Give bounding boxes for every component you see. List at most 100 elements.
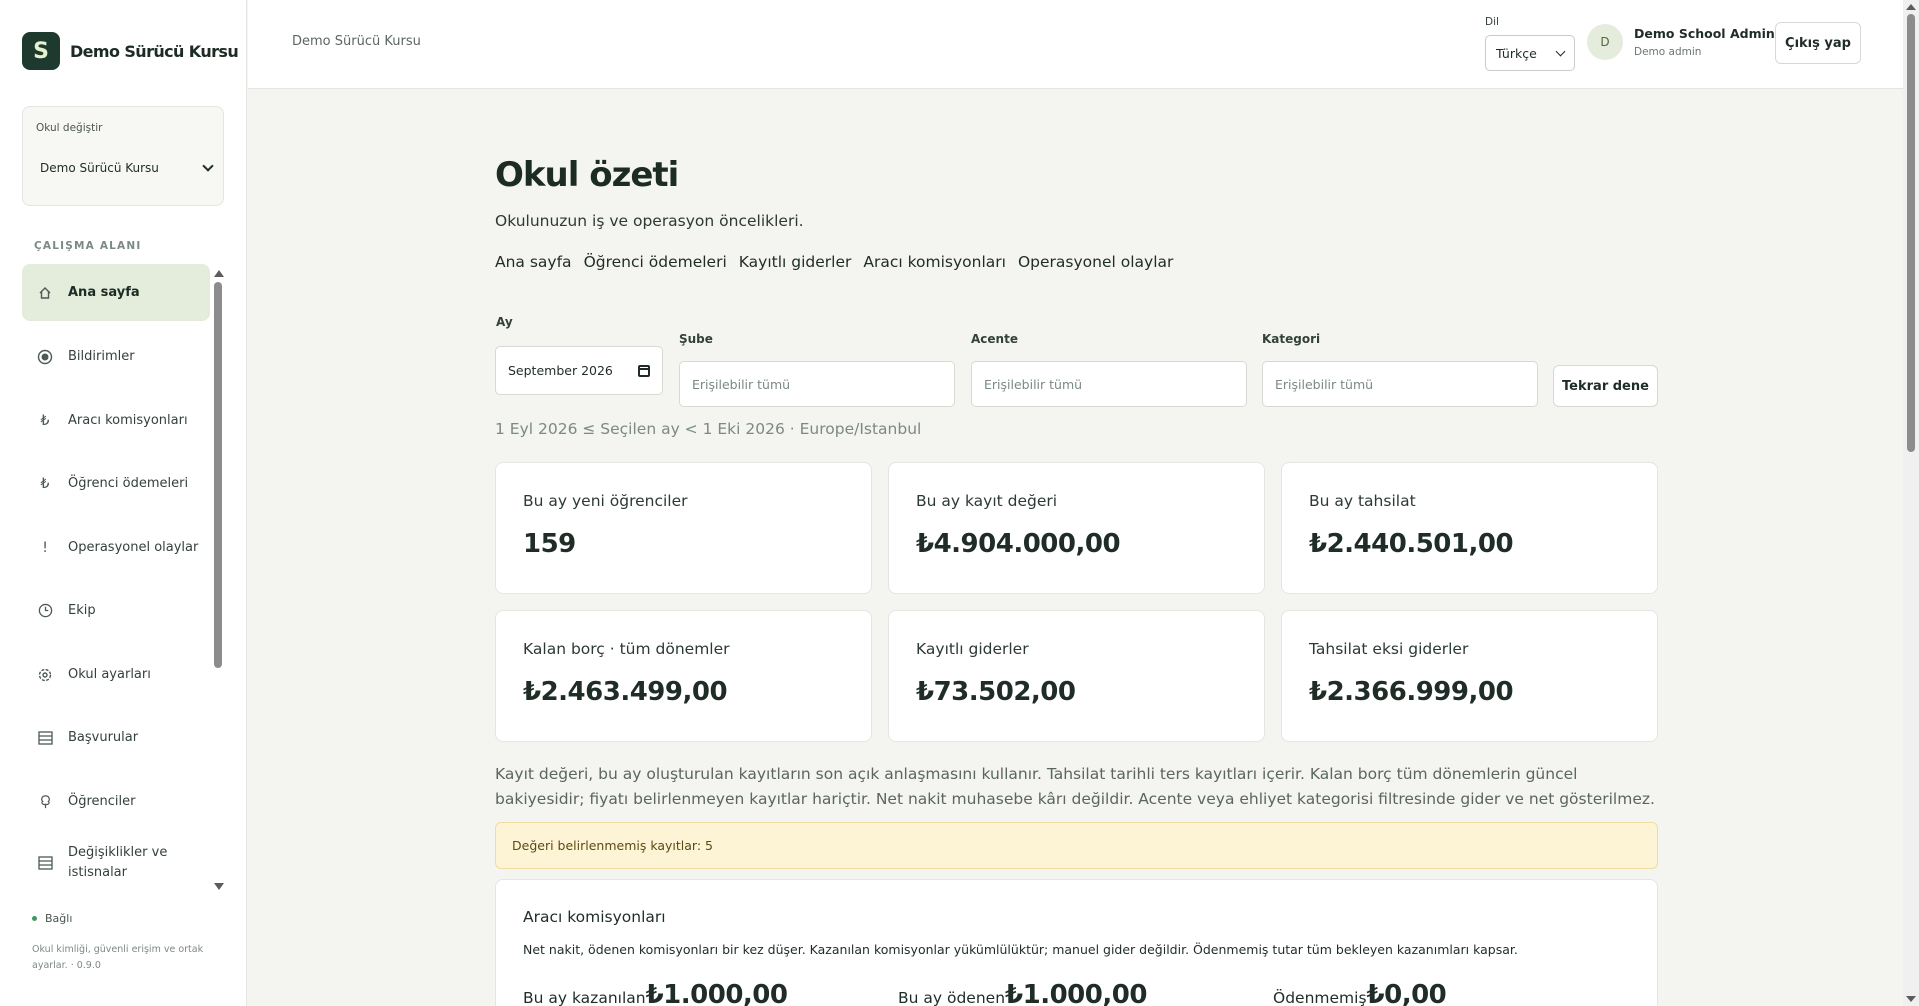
workspace-section-label: ÇALIŞMA ALANI <box>34 240 142 252</box>
sidebar-item-home[interactable]: Ana sayfa <box>22 264 210 321</box>
commission-metric: Ödenmemiş ₺0,00 <box>1273 980 1447 1006</box>
month-input-value: September 2026 <box>508 363 613 378</box>
scroll-down-arrow-icon[interactable] <box>214 883 224 890</box>
page-title: Okul özeti <box>495 155 679 195</box>
list-icon <box>36 729 54 747</box>
school-switcher-label: Okul değiştir <box>36 122 103 134</box>
commission-panel: Aracı komisyonları Net nakit, ödenen kom… <box>495 879 1658 1006</box>
category-input[interactable]: Erişilebilir tümü <box>1262 361 1538 407</box>
scroll-up-arrow-icon[interactable] <box>214 270 224 277</box>
commission-metric: Bu ay ödenen ₺1.000,00 <box>898 980 1147 1006</box>
sidebar-item-school-settings[interactable]: Okul ayarları <box>22 646 210 703</box>
sidebar-item-students[interactable]: Öğrenciler <box>22 773 210 830</box>
sidebar-item-label: Bildirimler <box>68 348 135 364</box>
status-dot-icon <box>32 916 37 921</box>
connection-status: Bağlı <box>32 912 72 925</box>
school-switcher: Okul değiştir Demo Sürücü Kursu <box>22 106 224 206</box>
page-scroll-thumb[interactable] <box>1907 14 1915 452</box>
sidebar-item-changes-exceptions[interactable]: Değişiklikler ve istisnalar <box>22 837 210 888</box>
language-select-value: Türkçe <box>1496 45 1537 61</box>
school-select[interactable]: Demo Sürücü Kursu <box>40 160 214 175</box>
sidebar-item-label: Başvurular <box>68 729 139 745</box>
scroll-up-arrow-icon[interactable] <box>1906 4 1916 10</box>
metric-card: Kalan borç · tüm dönemler ₺2.463.499,00 <box>495 610 872 742</box>
month-input[interactable]: September 2026 <box>495 346 663 395</box>
alert-icon: ! <box>42 539 48 556</box>
list-icon <box>36 854 54 872</box>
sidebar-item-label: Ekip <box>68 602 96 618</box>
brand-logo: S <box>22 32 60 70</box>
scroll-down-arrow-icon[interactable] <box>1906 996 1916 1002</box>
sidebar-item-label: Operasyonel olaylar <box>68 539 199 555</box>
sidebar-item-applications[interactable]: Başvurular <box>22 709 210 766</box>
avatar[interactable]: D <box>1587 24 1623 60</box>
sidebar-nav: Ana sayfa Bildirimler ₺ Aracı komisyonla… <box>22 264 210 888</box>
month-label: Ay <box>496 315 513 329</box>
sidebar-item-label: Okul ayarları <box>68 666 151 682</box>
commission-title: Aracı komisyonları <box>523 908 666 926</box>
metric-card: Bu ay tahsilat ₺2.440.501,00 <box>1281 462 1658 594</box>
commission-metric-value: ₺1.000,00 <box>1005 980 1147 1006</box>
sidebar-item-team[interactable]: Ekip <box>22 582 210 639</box>
sidebar-item-label: Öğrenciler <box>68 793 136 809</box>
metric-card-label: Kayıtlı giderler <box>916 640 1029 658</box>
sidebar-item-operational-events[interactable]: ! Operasyonel olaylar <box>22 519 210 576</box>
section-tabs: Ana sayfa Öğrenci ödemeleri Kayıtlı gide… <box>495 253 1185 271</box>
warning-banner: Değeri belirlenmemiş kayıtlar: 5 <box>495 822 1658 869</box>
brand[interactable]: S Demo Sürücü Kursu <box>22 32 239 70</box>
commission-metric-label: Bu ay kazanılan <box>523 989 646 1006</box>
tab-home[interactable]: Ana sayfa <box>495 253 572 271</box>
school-select-value: Demo Sürücü Kursu <box>40 161 159 175</box>
clock-icon <box>36 602 54 620</box>
commission-metric-value: ₺1.000,00 <box>645 980 788 1006</box>
sidebar-item-student-payments[interactable]: ₺ Öğrenci ödemeleri <box>22 455 210 512</box>
metric-card-value: ₺2.366.999,00 <box>1309 677 1514 707</box>
metric-card-value: ₺2.463.499,00 <box>523 677 728 707</box>
metric-card: Tahsilat eksi giderler ₺2.366.999,00 <box>1281 610 1658 742</box>
sidebar-footnote: Okul kimliği, güvenli erişim ve ortak ay… <box>32 944 204 971</box>
sidebar-item-broker-commissions[interactable]: ₺ Aracı komisyonları <box>22 392 210 449</box>
user-name: Demo School Admin <box>1634 26 1775 41</box>
language-select[interactable]: Türkçe <box>1485 35 1575 71</box>
topbar: Demo Sürücü Kursu Dil Türkçe D Demo Scho… <box>248 0 1903 89</box>
metric-card-label: Bu ay tahsilat <box>1309 492 1416 510</box>
language-label: Dil <box>1485 16 1499 28</box>
sidebar-item-label: Ana sayfa <box>68 284 140 300</box>
sidebar-scroll-thumb[interactable] <box>214 282 222 668</box>
tab-recorded-expenses[interactable]: Kayıtlı giderler <box>739 253 852 271</box>
commission-description: Net nakit, ödenen komisyonları bir kez d… <box>523 942 1518 957</box>
tab-student-payments[interactable]: Öğrenci ödemeleri <box>584 253 727 271</box>
retry-button[interactable]: Tekrar dene <box>1553 365 1658 407</box>
commission-metric-label: Ödenmemiş <box>1273 989 1367 1006</box>
commission-metric-label: Bu ay ödenen <box>898 989 1006 1006</box>
metric-card-label: Kalan borç · tüm dönemler <box>523 640 730 658</box>
sidebar-item-label: Değişiklikler ve istisnalar <box>68 845 168 880</box>
calendar-icon[interactable] <box>638 364 650 377</box>
metric-card: Bu ay yeni öğrenciler 159 <box>495 462 872 594</box>
date-range-text: 1 Eyl 2026 ≤ Seçilen ay < 1 Eki 2026 · E… <box>495 420 922 438</box>
sidebar-item-notifications[interactable]: Bildirimler <box>22 328 210 385</box>
sidebar-item-label: Aracı komisyonları <box>68 412 188 428</box>
tab-operational-events[interactable]: Operasyonel olaylar <box>1018 253 1173 271</box>
logout-button[interactable]: Çıkış yap <box>1775 22 1861 64</box>
lira-icon: ₺ <box>40 475 50 492</box>
metric-card-label: Bu ay yeni öğrenciler <box>523 492 688 510</box>
category-label: Kategori <box>1262 332 1321 346</box>
lira-icon: ₺ <box>40 412 50 429</box>
metric-card-value: 159 <box>523 529 576 559</box>
gear-icon <box>36 666 54 684</box>
commission-metric-value: ₺0,00 <box>1366 980 1447 1006</box>
user-role: Demo admin <box>1634 46 1702 58</box>
chevron-down-icon <box>202 160 214 172</box>
branch-input[interactable]: Erişilebilir tümü <box>679 361 955 407</box>
agency-input[interactable]: Erişilebilir tümü <box>971 361 1247 407</box>
metric-card: Kayıtlı giderler ₺73.502,00 <box>888 610 1265 742</box>
page-scrollbar[interactable] <box>1903 0 1919 1006</box>
metric-card-value: ₺4.904.000,00 <box>916 529 1121 559</box>
bell-icon <box>36 348 54 366</box>
tab-broker-commissions[interactable]: Aracı komisyonları <box>863 253 1006 271</box>
sidebar-scrollbar[interactable] <box>212 266 224 892</box>
page-subtitle: Okulunuzun iş ve operasyon öncelikleri. <box>495 212 804 230</box>
sidebar: S Demo Sürücü Kursu Okul değiştir Demo S… <box>0 0 247 1006</box>
metric-card-value: ₺73.502,00 <box>916 677 1076 707</box>
